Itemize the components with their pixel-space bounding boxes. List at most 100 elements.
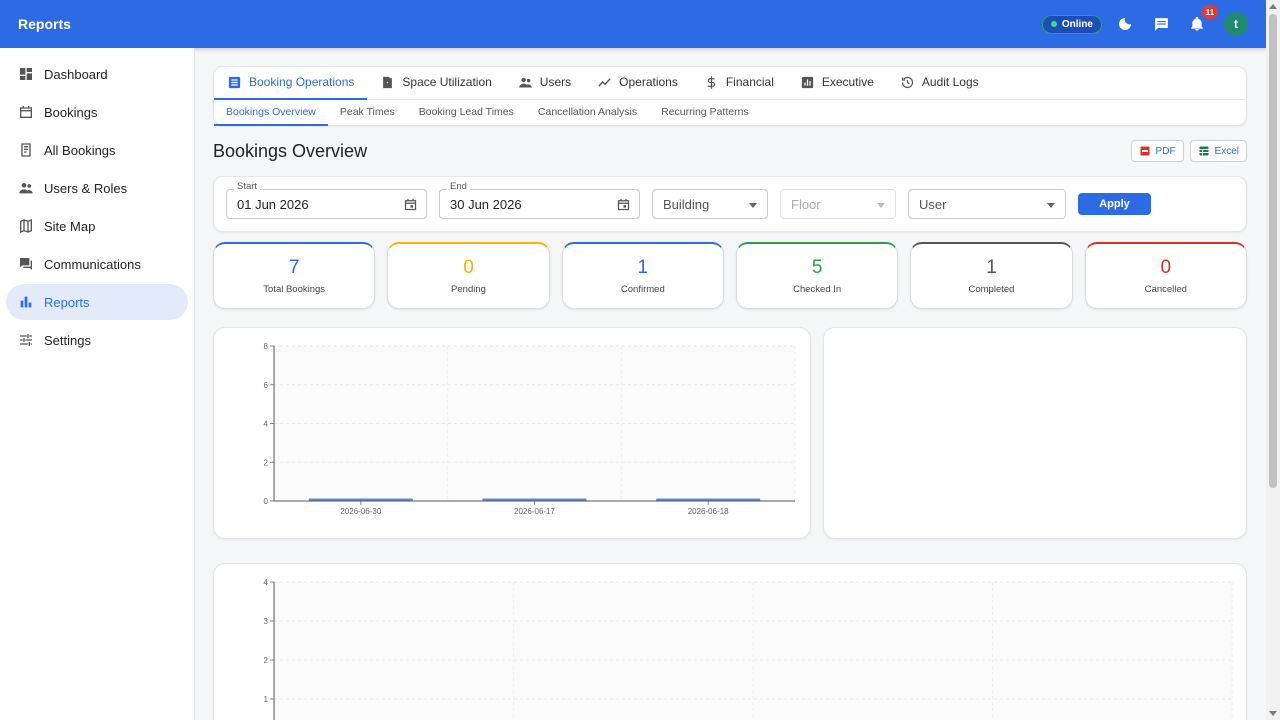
sidebar-item-label: Communications	[44, 256, 141, 272]
tab-label: Operations	[619, 75, 678, 89]
trend-line-chart: 1 2 3 4	[264, 578, 1233, 720]
subtab-booking-lead-times[interactable]: Booking Lead Times	[407, 100, 526, 126]
sidebar-item-site-map[interactable]: Site Map	[6, 208, 188, 244]
sidebar-item-all-bookings[interactable]: All Bookings	[6, 132, 188, 168]
start-date-value: 01 Jun 2026	[237, 196, 309, 212]
sidebar-item-bookings[interactable]: Bookings	[6, 94, 188, 130]
stat-label: Cancelled	[1144, 284, 1187, 295]
stat-label: Total Bookings	[263, 284, 326, 295]
stat-card-total-bookings: 7 Total Bookings	[213, 242, 376, 309]
dashboard-icon	[20, 68, 32, 80]
stat-value: 0	[463, 257, 474, 278]
messages-button[interactable]	[1148, 11, 1174, 37]
calendar-icon	[20, 106, 32, 118]
page-scrollbar[interactable]	[1266, 0, 1280, 720]
scrollbar-thumb[interactable]	[1269, 14, 1277, 488]
empty-chart-card	[823, 327, 1247, 539]
sidebar-item-communications[interactable]: Communications	[6, 246, 188, 282]
sidebar-item-label: All Bookings	[44, 142, 116, 158]
forum-icon	[20, 258, 32, 270]
sidebar-item-label: Bookings	[44, 104, 98, 120]
x-tick-label: 2026-06-30	[340, 507, 381, 516]
chat-icon	[1154, 17, 1168, 31]
chart-box-icon	[801, 76, 813, 88]
export-pdf-button[interactable]: PDF	[1130, 140, 1184, 162]
tab-booking-operations[interactable]: Booking Operations	[214, 67, 368, 100]
bookings-bar-chart-card: 0 2 4 6 8 2026-06-30 2026-06-17 2026-06-18	[213, 327, 811, 539]
sliders-icon	[20, 334, 32, 346]
list-icon	[228, 76, 241, 88]
sidebar-item-dashboard[interactable]: Dashboard	[6, 56, 188, 92]
floor-select-value: Floor	[791, 196, 821, 212]
export-excel-button[interactable]: Excel	[1189, 140, 1247, 162]
start-date-field[interactable]: Start 01 Jun 2026	[226, 181, 427, 219]
y-tick-label: 4	[264, 578, 269, 587]
notification-count-badge: 11	[1202, 5, 1218, 19]
calendar-icon[interactable]	[616, 197, 631, 212]
dark-mode-toggle[interactable]	[1112, 11, 1138, 37]
report-subtabs: Bookings Overview Peak Times Booking Lea…	[214, 100, 1246, 126]
trend-chart-card: 1 2 3 4	[213, 563, 1247, 720]
excel-icon	[1199, 146, 1209, 156]
stat-value: 0	[1160, 257, 1172, 278]
tab-space-utilization[interactable]: Space Utilization	[367, 67, 504, 100]
calendar-icon[interactable]	[403, 197, 418, 212]
y-tick-label: 4	[264, 420, 269, 429]
online-dot-icon	[1050, 21, 1057, 27]
sidebar-item-users-roles[interactable]: Users & Roles	[6, 170, 188, 206]
export-pdf-label: PDF	[1155, 145, 1176, 157]
building-select[interactable]: Building	[652, 189, 768, 219]
y-tick-label: 2	[264, 458, 269, 467]
y-tick-label: 1	[264, 695, 269, 704]
stat-card-confirmed: 1 Confirmed	[561, 242, 724, 309]
sidebar-item-reports[interactable]: Reports	[6, 284, 188, 320]
tab-executive[interactable]: Executive	[787, 67, 887, 100]
sidebar-item-label: Users & Roles	[44, 180, 128, 196]
building-select-value: Building	[663, 196, 710, 212]
tab-label: Space Utilization	[402, 75, 492, 89]
stats-row: 7 Total Bookings 0 Pending 1 Confirmed 5…	[213, 242, 1247, 309]
bookings-bar-chart: 0 2 4 6 8 2026-06-30 2026-06-17 2026-06-18	[264, 342, 796, 516]
scroll-up-icon[interactable]	[1269, 4, 1277, 9]
trending-icon	[598, 77, 611, 87]
sidebar-item-label: Settings	[44, 332, 91, 348]
tab-audit-logs[interactable]: Audit Logs	[887, 67, 992, 100]
tab-label: Booking Operations	[249, 75, 355, 89]
apply-button[interactable]: Apply	[1078, 193, 1151, 215]
tab-financial[interactable]: Financial	[691, 67, 787, 100]
stat-label: Pending	[451, 284, 486, 295]
chevron-down-icon	[749, 203, 757, 208]
map-icon	[20, 219, 32, 233]
sidebar-item-settings[interactable]: Settings	[6, 322, 188, 358]
subtab-recurring-patterns[interactable]: Recurring Patterns	[649, 100, 761, 126]
tab-users[interactable]: Users	[505, 67, 584, 100]
scroll-down-icon[interactable]	[1269, 711, 1277, 716]
book-icon	[21, 143, 31, 157]
start-date-label: Start	[234, 181, 261, 192]
app-bar: Reports Online 11 t	[0, 0, 1266, 48]
subtab-peak-times[interactable]: Peak Times	[328, 100, 407, 126]
stat-label: Checked In	[793, 284, 842, 295]
subtab-cancellation-analysis[interactable]: Cancellation Analysis	[526, 100, 649, 126]
dollar-icon	[707, 75, 716, 89]
y-tick-label: 8	[264, 342, 269, 351]
user-select[interactable]: User	[908, 189, 1066, 219]
online-status-label: Online	[1061, 18, 1093, 30]
y-tick-label: 3	[264, 617, 269, 626]
subtab-bookings-overview[interactable]: Bookings Overview	[214, 100, 328, 126]
online-status-badge: Online	[1041, 14, 1102, 34]
history-icon	[901, 76, 913, 88]
user-select-value: User	[919, 196, 947, 212]
tab-operations[interactable]: Operations	[584, 67, 691, 100]
stat-card-checked-in: 5 Checked In	[735, 242, 899, 309]
notifications-button[interactable]: 11	[1184, 5, 1218, 37]
tab-label: Financial	[725, 75, 774, 89]
export-excel-label: Excel	[1214, 145, 1239, 157]
floor-select[interactable]: Floor	[780, 189, 896, 219]
x-tick-label: 2026-06-18	[688, 507, 729, 516]
y-tick-label: 0	[264, 497, 269, 506]
user-avatar[interactable]: t	[1224, 12, 1248, 36]
end-date-label: End	[447, 181, 470, 192]
stat-value: 1	[637, 257, 649, 278]
end-date-field[interactable]: End 30 Jun 2026	[439, 181, 640, 219]
